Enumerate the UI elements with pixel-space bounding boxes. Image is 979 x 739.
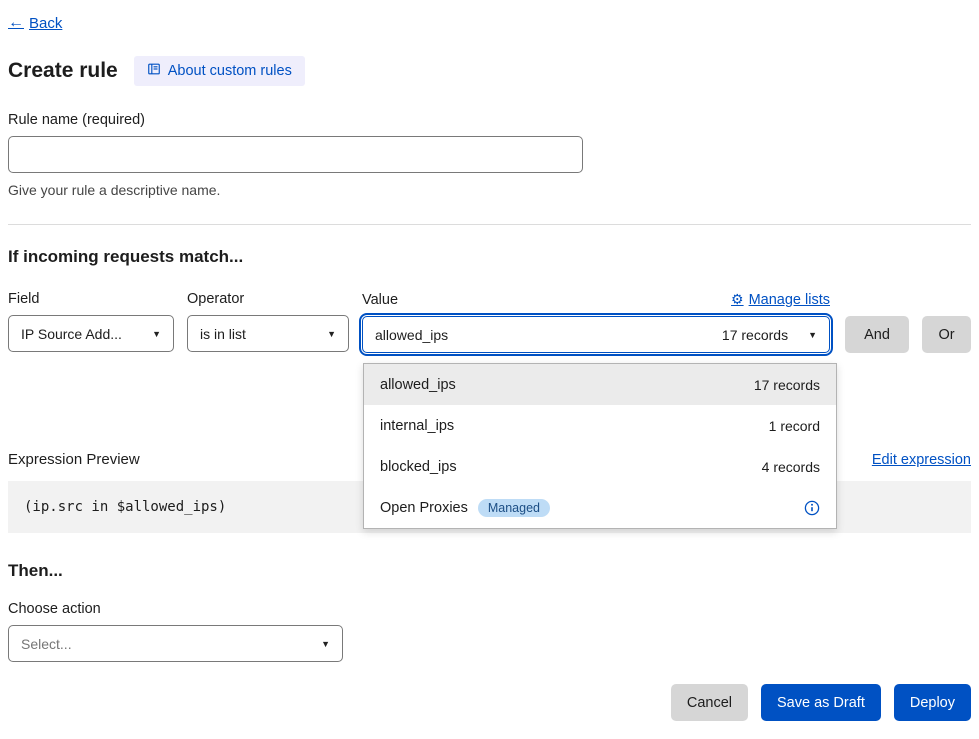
about-custom-rules-link[interactable]: About custom rules	[134, 56, 305, 86]
book-icon	[147, 62, 161, 80]
info-icon[interactable]	[804, 500, 820, 516]
value-column: Value ⚙ Manage lists allowed_ips 17 reco…	[362, 291, 830, 353]
expression-preview-label: Expression Preview	[8, 451, 140, 468]
rule-name-group: Rule name (required) Give your rule a de…	[8, 112, 971, 198]
save-draft-button[interactable]: Save as Draft	[761, 684, 881, 721]
cancel-button[interactable]: Cancel	[671, 684, 748, 721]
manage-lists-link[interactable]: ⚙ Manage lists	[731, 291, 830, 308]
list-record-count: 17 records	[754, 377, 820, 393]
then-heading: Then...	[8, 561, 971, 581]
about-custom-rules-label: About custom rules	[168, 63, 292, 79]
value-dropdown: allowed_ips 17 records internal_ips 1 re…	[363, 363, 837, 529]
list-record-count: 4 records	[762, 459, 820, 475]
chevron-down-icon: ▼	[808, 330, 817, 340]
deploy-button[interactable]: Deploy	[894, 684, 971, 721]
field-select[interactable]: IP Source Add... ▼	[8, 315, 174, 352]
list-name: blocked_ips	[380, 459, 457, 475]
match-row: Field IP Source Add... ▼ Operator is in …	[8, 291, 971, 353]
footer-actions: Cancel Save as Draft Deploy	[8, 684, 971, 721]
dropdown-item-open-proxies[interactable]: Open Proxies Managed	[364, 487, 836, 528]
field-label: Field	[8, 291, 174, 307]
dropdown-item-blocked-ips[interactable]: blocked_ips 4 records	[364, 446, 836, 487]
chevron-down-icon: ▼	[152, 329, 161, 339]
section-divider	[8, 224, 971, 225]
action-select-placeholder: Select...	[21, 636, 72, 652]
chevron-down-icon: ▼	[327, 329, 336, 339]
value-label-row: Value ⚙ Manage lists	[362, 291, 830, 308]
action-select[interactable]: Select... ▼	[8, 625, 343, 662]
value-select-meta: 17 records	[722, 327, 788, 343]
edit-expression-link[interactable]: Edit expression	[872, 452, 971, 468]
back-arrow-icon: ←	[8, 14, 24, 32]
operator-column: Operator is in list ▼	[187, 291, 349, 353]
manage-lists-label: Manage lists	[749, 292, 830, 308]
field-column: Field IP Source Add... ▼	[8, 291, 174, 353]
page-title: Create rule	[8, 59, 118, 83]
list-name: allowed_ips	[380, 377, 456, 393]
field-select-value: IP Source Add...	[21, 326, 122, 342]
dropdown-item-allowed-ips[interactable]: allowed_ips 17 records	[364, 364, 836, 405]
rule-name-label: Rule name (required)	[8, 112, 971, 128]
create-rule-page: ← Back Create rule About custom rules Ru…	[0, 0, 979, 721]
value-label: Value	[362, 292, 398, 308]
managed-badge: Managed	[478, 499, 550, 517]
rule-name-input[interactable]	[8, 136, 583, 173]
back-link[interactable]: ← Back	[8, 14, 62, 32]
gear-icon: ⚙	[731, 291, 744, 308]
list-name: Open Proxies	[380, 500, 468, 516]
list-name: internal_ips	[380, 418, 454, 434]
dropdown-item-internal-ips[interactable]: internal_ips 1 record	[364, 405, 836, 446]
and-button[interactable]: And	[845, 316, 909, 353]
value-select[interactable]: allowed_ips 17 records ▼	[362, 316, 830, 353]
value-select-value: allowed_ips	[375, 327, 448, 343]
and-or-buttons: And Or	[845, 316, 971, 353]
list-record-count: 1 record	[769, 418, 820, 434]
choose-action-label: Choose action	[8, 601, 971, 617]
expression-code: (ip.src in $allowed_ips)	[24, 499, 226, 515]
operator-select[interactable]: is in list ▼	[187, 315, 349, 352]
title-row: Create rule About custom rules	[8, 56, 971, 86]
rule-name-help: Give your rule a descriptive name.	[8, 182, 971, 198]
back-label: Back	[29, 15, 62, 32]
operator-select-value: is in list	[200, 326, 246, 342]
match-heading: If incoming requests match...	[8, 247, 971, 267]
chevron-down-icon: ▼	[321, 639, 330, 649]
or-button[interactable]: Or	[922, 316, 971, 353]
operator-label: Operator	[187, 291, 349, 307]
